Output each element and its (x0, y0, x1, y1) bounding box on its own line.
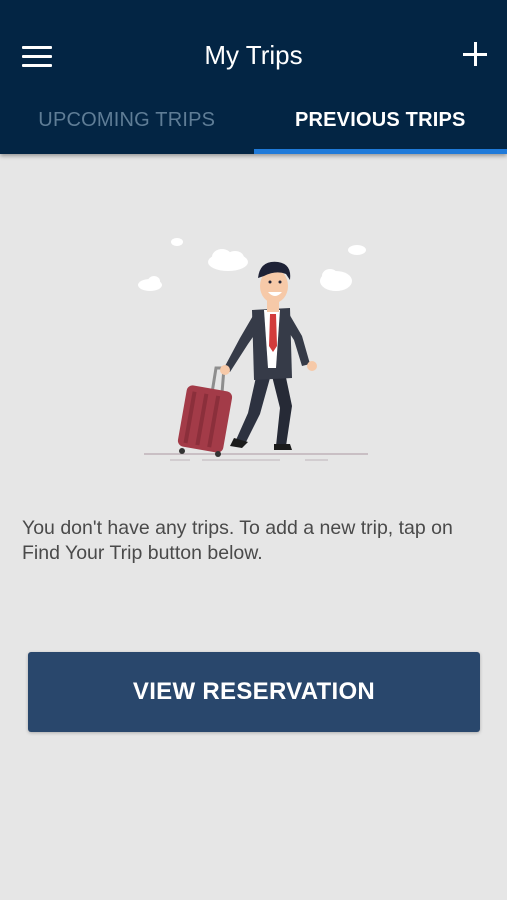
page-title: My Trips (204, 40, 303, 70)
tab-previous-trips[interactable]: PREVIOUS TRIPS (253, 96, 507, 154)
plus-icon[interactable] (463, 42, 489, 68)
businessman-with-suitcase-illustration (138, 238, 368, 461)
cloud-icon (138, 238, 366, 291)
empty-state-message: You don't have any trips. To add a new t… (22, 517, 453, 564)
tab-upcoming-trips[interactable]: UPCOMING TRIPS (0, 96, 254, 154)
app-header: My Trips UPCOMING TRIPS PREVIOUS TRIPS (0, 0, 507, 154)
view-reservation-button[interactable]: VIEW RESERVATION (28, 652, 480, 732)
trip-tabs: UPCOMING TRIPS PREVIOUS TRIPS (0, 96, 507, 154)
